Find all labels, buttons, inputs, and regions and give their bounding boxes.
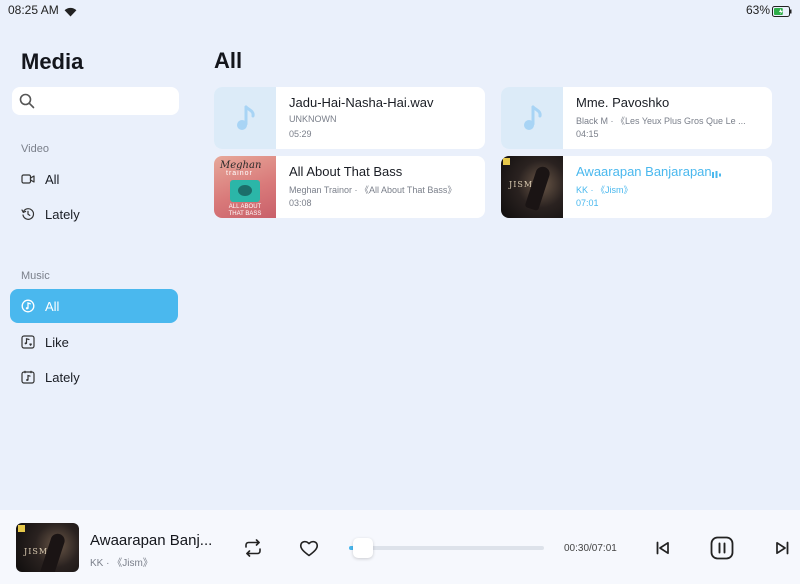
sidebar-title: Media [21, 49, 84, 74]
sidebar-item-label: Lately [45, 369, 80, 385]
video-camera-icon [21, 172, 35, 186]
album-art: JISM [501, 156, 563, 218]
like-button[interactable] [298, 537, 320, 559]
liked-music-icon [21, 335, 35, 349]
sidebar-item-video-lately[interactable]: Lately [10, 197, 178, 231]
search-icon [19, 93, 35, 114]
album-art: Meghan trainor ALL ABOUT THAT BASS [214, 156, 276, 218]
music-note-icon [237, 105, 255, 130]
recent-music-icon [21, 370, 35, 384]
sidebar: Media Video All Lately Music All Like La… [0, 20, 192, 510]
search-box[interactable] [12, 87, 179, 115]
album-label-badge [503, 158, 510, 165]
song-artist-album: Black M · 《Les Yeux Plus Gros Que Le ... [576, 116, 746, 126]
now-playing-title: Awaarapan Banj... [90, 532, 213, 549]
now-playing-album-art[interactable]: JISM [16, 523, 79, 572]
sidebar-item-label: All [45, 298, 60, 314]
sidebar-item-label: Lately [45, 206, 80, 222]
search-input[interactable] [40, 91, 170, 111]
song-duration: 07:01 [576, 198, 599, 208]
album-label-badge [18, 525, 25, 532]
playback-time: 00:30/07:01 [564, 543, 617, 554]
music-note-icon [524, 105, 542, 130]
page-title: All [214, 48, 243, 73]
sidebar-item-music-lately[interactable]: Lately [10, 360, 178, 394]
battery-icon [772, 4, 792, 22]
video-section-label: Video [21, 143, 49, 155]
sidebar-item-music-all[interactable]: All [10, 289, 178, 323]
album-art-text: trainor [226, 170, 253, 177]
progress-handle[interactable] [352, 538, 373, 558]
status-time: 08:25 AM [8, 3, 59, 17]
song-card[interactable]: Mme. Pavoshko Black M · 《Les Yeux Plus G… [501, 87, 772, 149]
history-icon [21, 207, 35, 221]
next-button[interactable] [772, 537, 792, 559]
song-title: Jadu-Hai-Nasha-Hai.wav [289, 95, 434, 110]
sidebar-item-music-like[interactable]: Like [10, 325, 178, 359]
album-art-placeholder [501, 87, 563, 149]
now-playing-bar: JISM Awaarapan Banj... KK · 《Jism》 00:30… [0, 510, 800, 584]
repeat-button[interactable] [242, 537, 264, 559]
album-art-placeholder [214, 87, 276, 149]
progress-bar[interactable] [349, 538, 544, 558]
pause-button[interactable] [710, 536, 734, 560]
song-duration: 05:29 [289, 129, 312, 139]
battery-percent: 63% [745, 3, 770, 17]
song-artist-album: Meghan Trainor · 《All About That Bass》 [289, 185, 457, 195]
music-disc-icon [21, 299, 35, 313]
previous-button[interactable] [652, 537, 674, 559]
skip-previous-icon [656, 541, 669, 555]
song-title: Awaarapan Banjarapan [576, 164, 712, 179]
song-card[interactable]: Jadu-Hai-Nasha-Hai.wav UNKNOWN 05:29 [214, 87, 485, 149]
sidebar-item-label: Like [45, 334, 69, 350]
status-bar: 08:25 AM 63% [0, 0, 800, 20]
song-artist-album: KK · 《Jism》 [576, 185, 633, 195]
skip-next-icon [776, 541, 789, 555]
song-title: Mme. Pavoshko [576, 95, 670, 110]
song-duration: 03:08 [289, 198, 312, 208]
song-card-playing[interactable]: JISM Awaarapan Banjarapan KK · 《Jism》 07… [501, 156, 772, 218]
repeat-icon [245, 539, 261, 557]
pause-icon [710, 536, 734, 560]
song-duration: 04:15 [576, 129, 599, 139]
cassette-graphic [230, 180, 260, 202]
album-art-text: ALL ABOUT THAT BASS [228, 204, 262, 217]
song-card[interactable]: Meghan trainor ALL ABOUT THAT BASS All A… [214, 156, 485, 218]
now-playing-artist: KK · 《Jism》 [90, 558, 153, 569]
song-title: All About That Bass [289, 164, 403, 179]
sidebar-item-video-all[interactable]: All [10, 162, 178, 196]
music-section-label: Music [21, 270, 50, 282]
equalizer-icon [712, 166, 724, 184]
heart-icon [299, 540, 319, 557]
sidebar-item-label: All [45, 171, 60, 187]
song-artist-album: UNKNOWN [289, 114, 337, 124]
